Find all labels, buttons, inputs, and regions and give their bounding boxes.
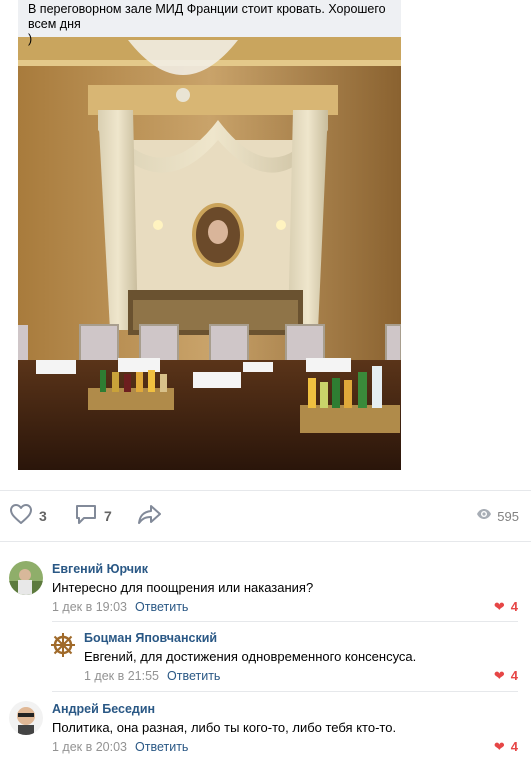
post-card: В переговорном зале МИД Франции стоит кр… — [0, 0, 531, 542]
comment-meta: 1 дек в 19:03 Ответить — [52, 600, 188, 614]
comment-like-button[interactable]: ❤ 4 — [494, 668, 518, 683]
divider — [52, 691, 518, 692]
views-counter: 595 — [476, 507, 519, 525]
post-photo[interactable] — [18, 0, 401, 470]
comment-text: Евгений, для достижения одновременного к… — [84, 649, 417, 664]
comment-icon — [74, 503, 98, 530]
like-count: 3 — [39, 508, 47, 524]
share-button[interactable] — [137, 503, 163, 530]
post-text: В переговорном зале МИД Франции стоит кр… — [28, 2, 386, 46]
heart-icon: ❤ — [493, 668, 505, 683]
comment-like-count: 4 — [510, 668, 518, 683]
comment-like-count: 4 — [510, 739, 518, 754]
like-button[interactable]: 3 — [9, 503, 47, 530]
comment-date[interactable]: 1 дек в 19:03 — [52, 600, 127, 614]
comment-meta: 1 дек в 20:03 Ответить — [52, 740, 188, 754]
avatar[interactable] — [9, 561, 43, 595]
comment-date[interactable]: 1 дек в 20:03 — [52, 740, 127, 754]
eye-icon — [476, 507, 492, 525]
comment-like-count: 4 — [510, 599, 518, 614]
comment-author[interactable]: Андрей Беседин — [52, 702, 155, 716]
post-text-container: В переговорном зале МИД Франции стоит кр… — [18, 0, 401, 46]
share-icon — [137, 503, 163, 530]
views-count: 595 — [497, 508, 519, 524]
comment-date[interactable]: 1 дек в 21:55 — [84, 669, 159, 683]
comment-author[interactable]: Боцман Яповчанский — [84, 631, 217, 645]
comment-author[interactable]: Евгений Юрчик — [52, 562, 148, 576]
divider — [0, 490, 531, 491]
divider — [52, 621, 518, 622]
comment-like-button[interactable]: ❤ 4 — [494, 739, 518, 754]
comment-button[interactable]: 7 — [74, 503, 112, 530]
comment-meta: 1 дек в 21:55 Ответить — [84, 669, 220, 683]
reply-link[interactable]: Ответить — [135, 600, 188, 614]
comment-like-button[interactable]: ❤ 4 — [494, 599, 518, 614]
reply-link[interactable]: Ответить — [135, 740, 188, 754]
comment-count: 7 — [104, 508, 112, 524]
reply-link[interactable]: Ответить — [167, 669, 220, 683]
heart-icon — [9, 503, 33, 530]
comment-text: Интересно для поощрения или наказания? — [52, 580, 314, 595]
photo-illustration — [18, 0, 401, 470]
heart-icon: ❤ — [493, 739, 505, 754]
avatar[interactable] — [9, 701, 43, 735]
heart-icon: ❤ — [493, 599, 505, 614]
comment-text: Политика, она разная, либо ты кого-то, л… — [52, 720, 397, 735]
divider — [0, 541, 531, 542]
avatar[interactable] — [50, 632, 76, 658]
